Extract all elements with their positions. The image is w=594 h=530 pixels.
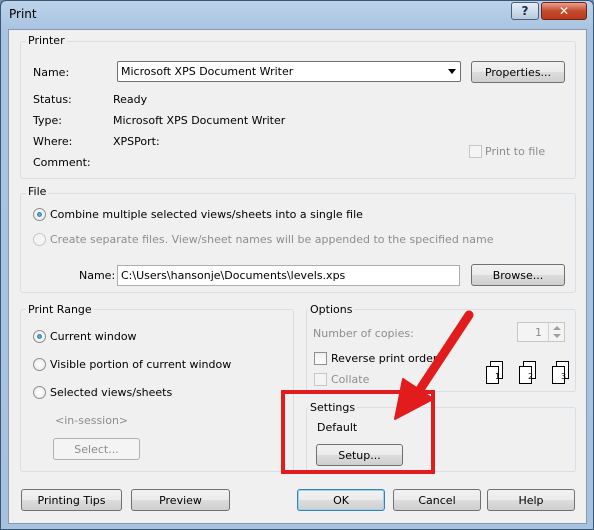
browse-button[interactable]: Browse...: [471, 264, 565, 286]
collate-label: Collate: [331, 373, 370, 386]
printer-name-value: Microsoft XPS Document Writer: [121, 65, 294, 78]
chevron-down-icon: [553, 334, 561, 338]
reverse-order-checkbox[interactable]: [314, 352, 327, 365]
type-value: Microsoft XPS Document Writer: [113, 114, 286, 127]
collate-page-1: 1: [495, 372, 500, 381]
title-bar[interactable]: Print ? ✕: [1, 1, 593, 29]
copies-spinner[interactable]: 1: [517, 322, 565, 342]
file-name-label: Name:: [79, 269, 116, 282]
cancel-button[interactable]: Cancel: [393, 489, 481, 511]
comment-label: Comment:: [33, 156, 91, 169]
current-window-label: Current window: [50, 330, 137, 343]
collate-page-2: 2: [528, 372, 533, 381]
chevron-down-icon: [448, 69, 456, 74]
ok-button[interactable]: OK: [297, 489, 385, 511]
collate-checkbox[interactable]: [314, 373, 327, 386]
file-name-value: C:\Users\hansonje\Documents\levels.xps: [121, 269, 346, 282]
where-label: Where:: [33, 135, 73, 148]
close-icon: ✕: [558, 4, 570, 18]
status-label: Status:: [33, 93, 72, 106]
printer-name-combo[interactable]: Microsoft XPS Document Writer: [117, 61, 461, 82]
options-group-label: Options: [308, 303, 355, 316]
print-to-file-label: Print to file: [485, 145, 546, 158]
print-dialog: Print ? ✕ Printer Name: Microsoft XPS Do…: [0, 0, 594, 530]
annotation-arrow-icon: [394, 310, 474, 420]
help-button[interactable]: Help: [487, 489, 575, 511]
in-session-label: <in-session>: [55, 414, 129, 427]
window-title: Print: [9, 7, 37, 21]
help-title-button[interactable]: ?: [511, 2, 539, 20]
status-value: Ready: [113, 93, 148, 106]
print-range-group-label: Print Range: [26, 303, 94, 316]
spinner-arrows[interactable]: [548, 323, 564, 341]
printing-tips-button[interactable]: Printing Tips: [21, 489, 122, 511]
visible-portion-label: Visible portion of current window: [50, 358, 232, 371]
chevron-up-icon: [553, 326, 561, 330]
separate-files-radio[interactable]: [33, 233, 46, 246]
question-icon: ?: [521, 4, 529, 18]
printer-group-label: Printer: [26, 34, 67, 47]
selected-views-label: Selected views/sheets: [50, 386, 173, 399]
selected-views-radio[interactable]: [33, 386, 46, 399]
printer-name-label: Name:: [33, 66, 70, 79]
print-to-file-checkbox[interactable]: [469, 145, 482, 158]
close-button[interactable]: ✕: [541, 2, 587, 20]
file-group-label: File: [26, 185, 49, 198]
current-window-radio[interactable]: [33, 330, 46, 343]
file-name-input[interactable]: C:\Users\hansonje\Documents\levels.xps: [117, 265, 460, 286]
separate-files-label: Create separate files. View/sheet names …: [50, 233, 494, 246]
combine-files-label: Combine multiple selected views/sheets i…: [50, 208, 363, 221]
collate-pages-icon: 1 2 3: [486, 361, 569, 384]
where-value: XPSPort:: [113, 135, 160, 148]
type-label: Type:: [33, 114, 62, 127]
select-button[interactable]: Select...: [53, 438, 140, 460]
copies-value: 1: [535, 325, 542, 339]
preview-button[interactable]: Preview: [131, 489, 230, 511]
collate-page-3: 3: [561, 372, 566, 381]
properties-button[interactable]: Properties...: [471, 61, 565, 83]
combine-files-radio[interactable]: [33, 208, 46, 221]
visible-portion-radio[interactable]: [33, 358, 46, 371]
